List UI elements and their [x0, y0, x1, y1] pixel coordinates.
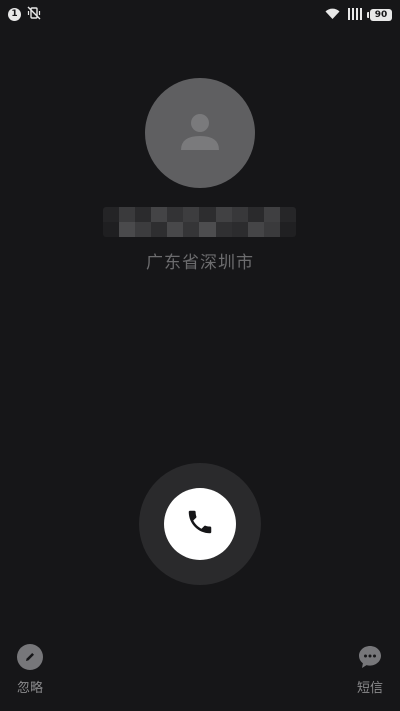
answer-button-ring — [139, 463, 261, 585]
answer-call-button[interactable] — [164, 488, 236, 560]
sms-label: 短信 — [356, 681, 383, 696]
caller-avatar — [145, 78, 255, 188]
status-bar-left: 1 — [8, 5, 41, 24]
vibrate-off-icon — [27, 5, 41, 24]
pencil-icon — [17, 644, 43, 670]
incoming-call-screen: 1 90 广东省深圳市 忽略 短信 — [0, 0, 400, 711]
notification-count-badge: 1 — [8, 8, 21, 21]
message-bubble-icon — [357, 644, 383, 670]
status-bar-right: 90 — [325, 5, 392, 24]
battery-indicator: 90 — [367, 8, 392, 21]
sms-reply-button[interactable]: 短信 — [342, 644, 398, 696]
wifi-icon — [325, 5, 340, 24]
caller-location: 广东省深圳市 — [146, 253, 254, 273]
ignore-call-button[interactable]: 忽略 — [2, 644, 58, 696]
signal-bars-icon — [348, 5, 362, 24]
person-icon — [179, 110, 221, 156]
phone-icon — [185, 507, 215, 541]
caller-number-redacted — [103, 207, 296, 237]
status-bar: 1 90 — [0, 0, 400, 26]
ignore-label: 忽略 — [16, 681, 43, 696]
